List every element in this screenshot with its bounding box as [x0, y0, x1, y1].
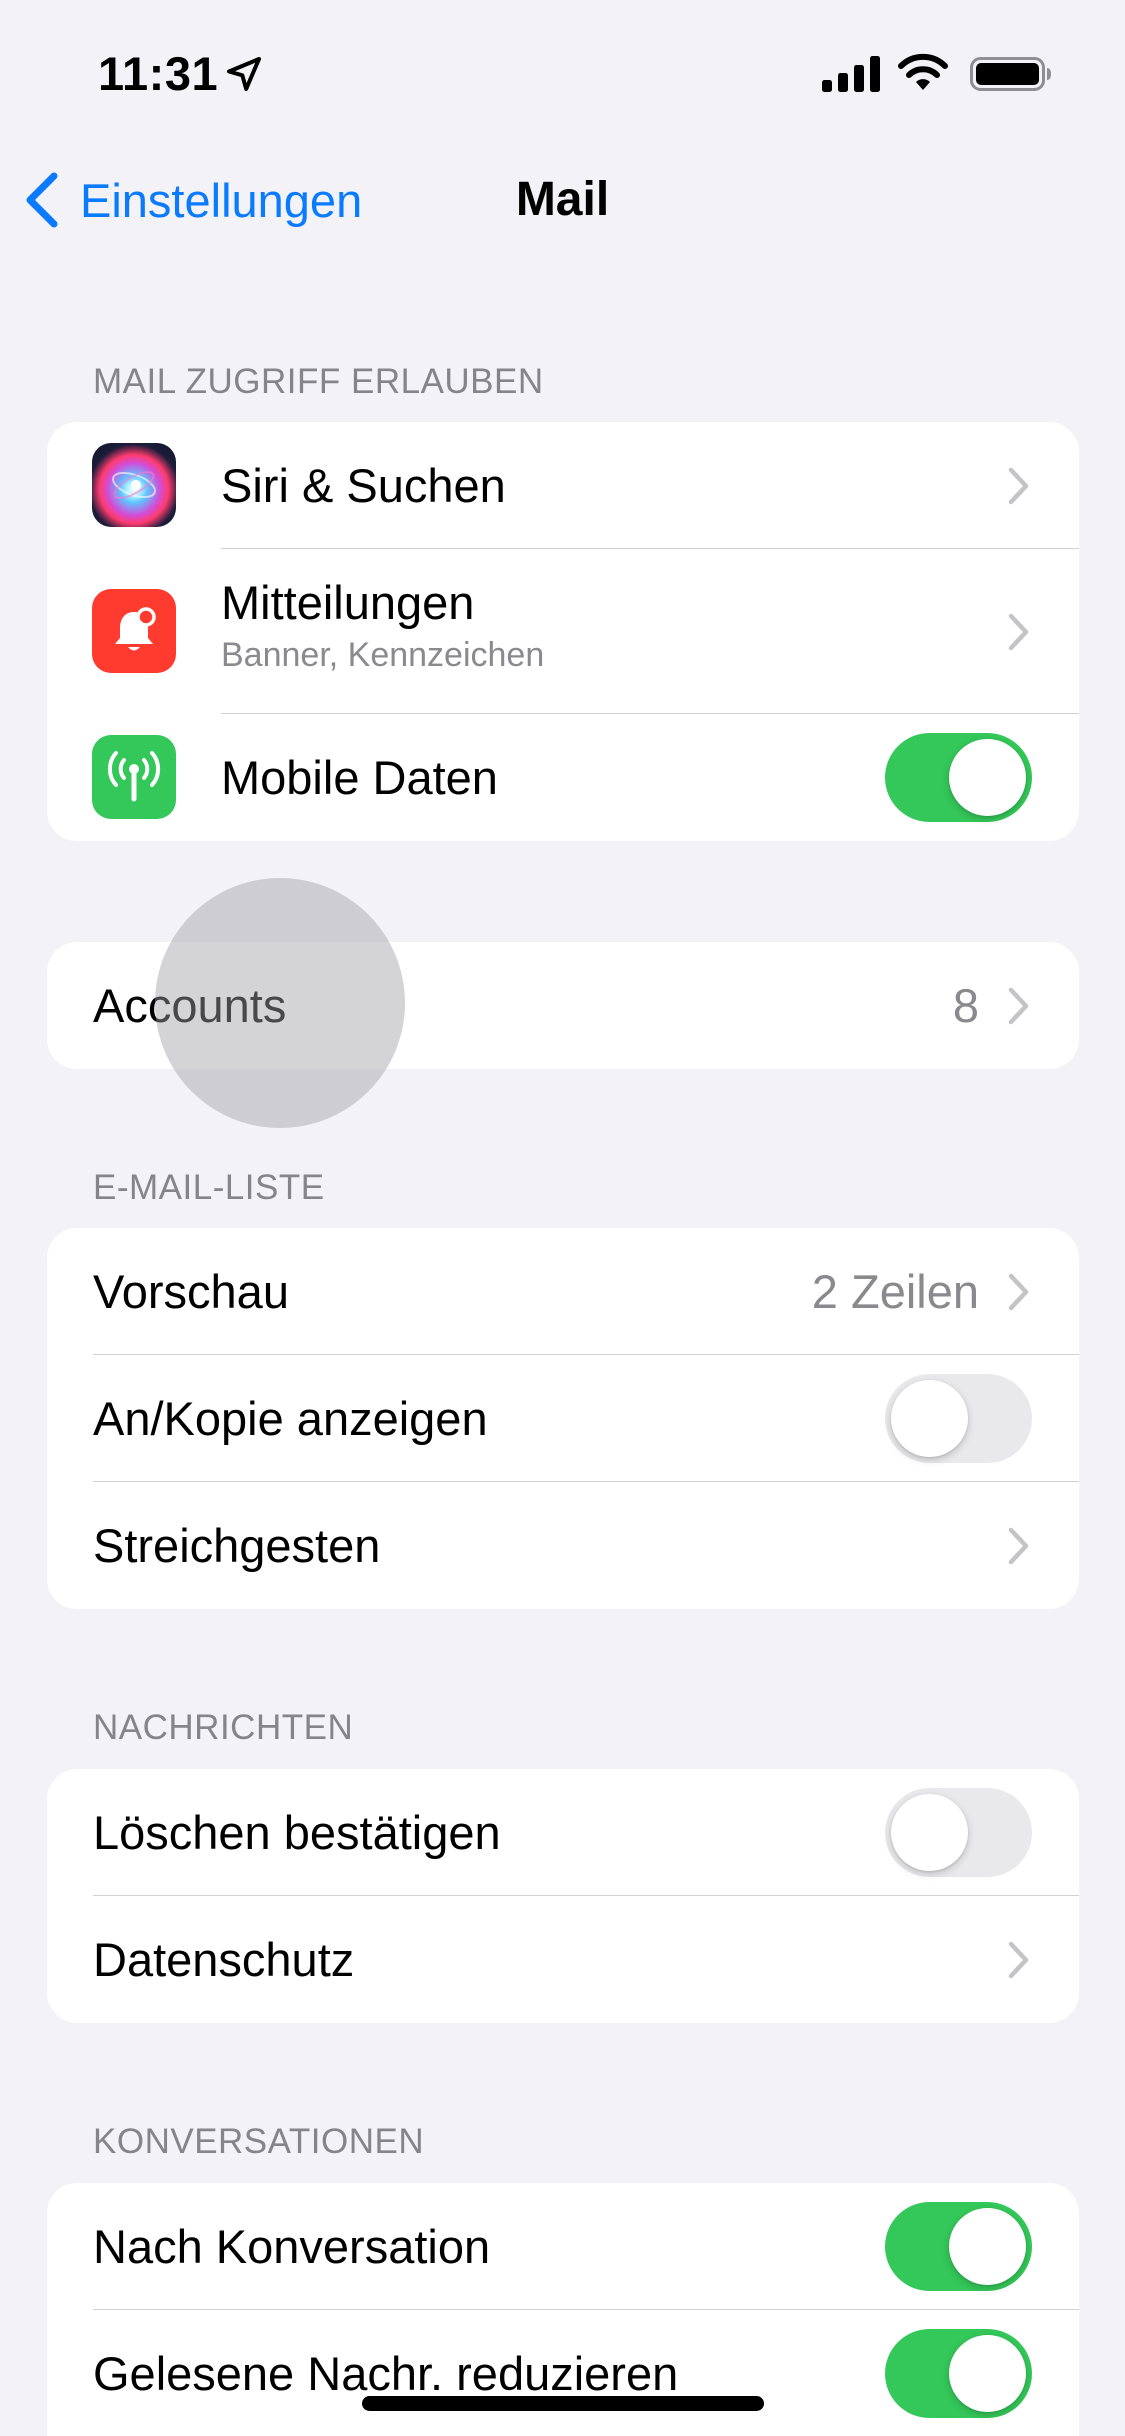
- chevron-right-icon: [1008, 467, 1029, 504]
- row-swipe-options[interactable]: Streichgesten: [47, 1482, 1079, 1609]
- row-privacy[interactable]: Datenschutz: [47, 1896, 1079, 2023]
- status-bar: 11:31: [0, 0, 1125, 140]
- siri-icon: [92, 443, 176, 527]
- touch-indicator: [155, 878, 405, 1128]
- row-siri-search[interactable]: Siri & Suchen: [47, 422, 1079, 549]
- preview-value: 2 Zeilen: [811, 1265, 979, 1318]
- confirm-delete-toggle[interactable]: [885, 1788, 1032, 1877]
- accounts-count: 8: [952, 979, 979, 1032]
- row-notifications[interactable]: Mitteilungen Banner, Kennzeichen: [47, 549, 1079, 714]
- battery-icon: [970, 57, 1051, 91]
- chevron-right-icon: [1008, 1273, 1029, 1310]
- row-label: Streichgesten: [93, 1519, 381, 1572]
- row-label: Mitteilungen: [221, 576, 475, 629]
- row-show-to-cc: An/Kopie anzeigen: [47, 1355, 1079, 1482]
- toggle-knob: [891, 1794, 968, 1871]
- wifi-icon: [898, 53, 948, 90]
- section-header-messages: NACHRICHTEN: [93, 1708, 354, 1747]
- show-to-cc-toggle[interactable]: [885, 1374, 1032, 1463]
- row-confirm-delete: Löschen bestätigen: [47, 1769, 1079, 1896]
- row-label: Datenschutz: [93, 1933, 355, 1986]
- page-title: Mail: [515, 173, 610, 226]
- section-header-mail-list: E-MAIL-LISTE: [93, 1168, 325, 1207]
- location-arrow-icon: [227, 57, 261, 91]
- notifications-text: Mitteilungen Banner, Kennzeichen: [221, 575, 544, 675]
- row-preview[interactable]: Vorschau 2 Zeilen: [47, 1228, 1079, 1355]
- row-label: Siri & Suchen: [221, 459, 506, 512]
- mail-settings-screen: 11:31 Einstellungen Mail MAIL ZUGRIFF ER…: [0, 0, 1125, 2436]
- chevron-right-icon: [1008, 1941, 1029, 1978]
- row-subtitle: Banner, Kennzeichen: [221, 636, 545, 674]
- row-label: Löschen bestätigen: [93, 1806, 501, 1859]
- home-indicator[interactable]: [362, 2396, 764, 2411]
- row-label: Gelesene Nachr. reduzieren: [93, 2347, 679, 2400]
- row-label: An/Kopie anzeigen: [93, 1392, 488, 1445]
- mail-list-group: Vorschau 2 Zeilen An/Kopie anzeigen Stre…: [47, 1228, 1079, 1609]
- section-header-conversations: KONVERSATIONEN: [93, 2122, 425, 2161]
- organize-by-thread-toggle[interactable]: [885, 2202, 1032, 2291]
- chevron-right-icon: [1008, 613, 1029, 650]
- toggle-knob: [949, 2335, 1026, 2412]
- row-label: Vorschau: [93, 1265, 289, 1318]
- toggle-knob: [891, 1380, 968, 1457]
- row-mobile-data: Mobile Daten: [47, 714, 1079, 841]
- messages-group: Löschen bestätigen Datenschutz: [47, 1769, 1079, 2023]
- section-header-allow-access: MAIL ZUGRIFF ERLAUBEN: [93, 362, 544, 401]
- row-label: Mobile Daten: [221, 751, 498, 804]
- cellular-signal-icon: [822, 56, 880, 92]
- status-time: 11:31: [98, 47, 219, 100]
- allow-access-group: Siri & Suchen Mitteilungen Banner, Kennz…: [47, 422, 1079, 841]
- chevron-right-icon: [1008, 987, 1029, 1024]
- toggle-knob: [949, 2208, 1026, 2285]
- chevron-right-icon: [1008, 1527, 1029, 1564]
- mobile-data-toggle[interactable]: [885, 733, 1032, 822]
- row-label: Nach Konversation: [93, 2220, 491, 2273]
- collapse-read-toggle[interactable]: [885, 2329, 1032, 2418]
- antenna-icon: [92, 735, 176, 819]
- row-collapse-read: Gelesene Nachr. reduzieren: [47, 2310, 1079, 2436]
- bell-icon: [92, 589, 176, 673]
- toggle-knob: [949, 739, 1026, 816]
- row-organize-by-thread: Nach Konversation: [47, 2183, 1079, 2310]
